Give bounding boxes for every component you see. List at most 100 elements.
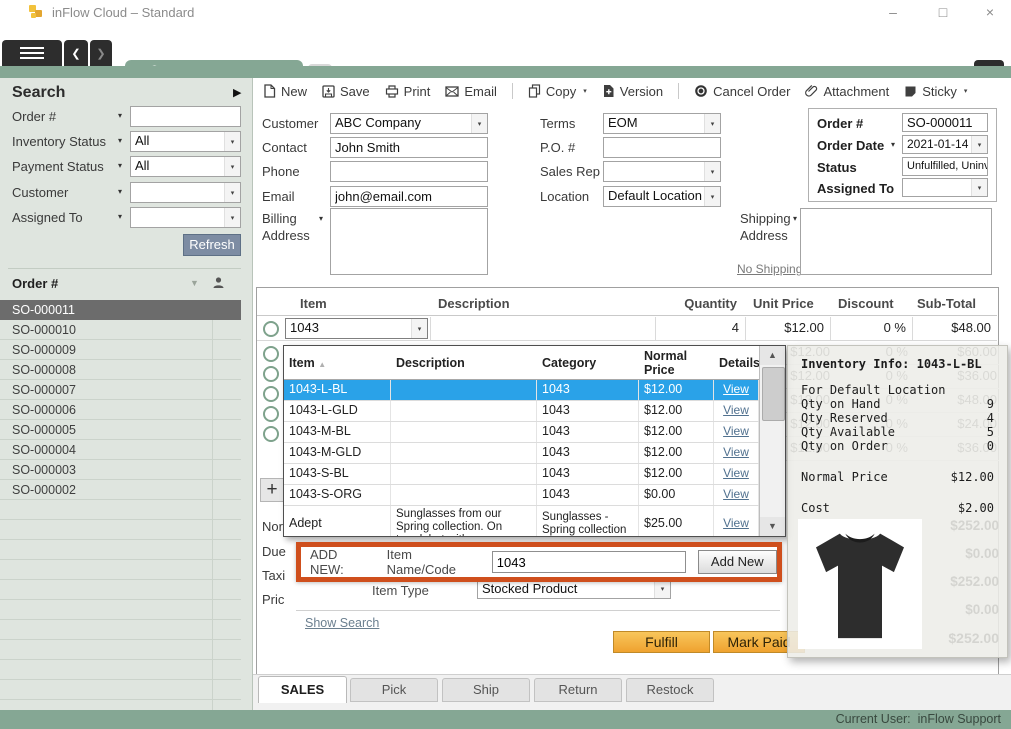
email-button[interactable]: Email: [445, 84, 497, 99]
show-search-link[interactable]: Show Search: [305, 616, 379, 630]
item-name-code-input[interactable]: [492, 551, 686, 573]
dropdown-item-row[interactable]: 1043-M-GLD1043$12.00View: [284, 443, 785, 464]
dropdown-item-row[interactable]: 1043-S-BL1043$12.00View: [284, 464, 785, 485]
order-number-input[interactable]: [902, 113, 988, 132]
shipping-address-caret-icon[interactable]: ▾: [793, 214, 797, 223]
tab-sales[interactable]: SALES: [258, 676, 347, 703]
row-status-circle-icon[interactable]: [263, 321, 279, 337]
row1-quantity-cell[interactable]: 4: [655, 317, 745, 340]
view-details-link[interactable]: View: [723, 487, 749, 501]
order-list-item[interactable]: SO-000011: [0, 300, 241, 320]
item-type-select[interactable]: Stocked Product▾: [477, 579, 671, 599]
hamburger-menu-button[interactable]: [2, 40, 62, 66]
order-list-item[interactable]: SO-000009: [0, 340, 241, 360]
no-shipping-link[interactable]: No Shipping: [737, 262, 802, 276]
shipping-address-textarea[interactable]: [800, 208, 992, 275]
dropdown-arrow-icon[interactable]: ▾: [971, 136, 987, 153]
filter-assigned-select[interactable]: ▾: [130, 207, 241, 228]
add-new-button[interactable]: Add New: [698, 550, 777, 574]
tab-pick[interactable]: Pick: [350, 678, 438, 702]
dropdown-item-row[interactable]: AdeptSunglasses from our Spring collecti…: [284, 506, 785, 537]
po-number-input[interactable]: [603, 137, 721, 158]
terms-select[interactable]: EOM▾: [603, 113, 721, 134]
order-list-item[interactable]: SO-000010: [0, 320, 241, 340]
order-list-item[interactable]: SO-000006: [0, 400, 241, 420]
cancel-order-button[interactable]: Cancel Order: [694, 84, 790, 99]
dropdown-item-row[interactable]: 1043-S-ORG1043$0.00View: [284, 485, 785, 506]
location-select[interactable]: Default Location▾: [603, 186, 721, 207]
filter-inventory-caret-icon[interactable]: ▾: [118, 136, 122, 145]
dropdown-arrow-icon[interactable]: ▾: [224, 208, 240, 227]
contact-input[interactable]: [330, 137, 488, 158]
view-details-link[interactable]: View: [723, 466, 749, 480]
tab-restock[interactable]: Restock: [626, 678, 714, 702]
row1-subtotal-cell[interactable]: $48.00: [912, 317, 997, 340]
filter-payment-caret-icon[interactable]: ▾: [118, 161, 122, 170]
minimize-icon[interactable]: –: [878, 2, 908, 22]
customer-select[interactable]: ABC Company▾: [330, 113, 488, 134]
billing-address-caret-icon[interactable]: ▾: [319, 214, 323, 223]
filter-payment-status-select[interactable]: All▾: [130, 156, 241, 177]
order-date-caret-icon[interactable]: ▾: [891, 140, 895, 149]
email-input[interactable]: [330, 186, 488, 207]
save-button[interactable]: Save: [322, 84, 370, 99]
view-details-link[interactable]: View: [723, 424, 749, 438]
new-button[interactable]: New: [263, 84, 307, 99]
order-date-select[interactable]: 2021-01-14▾: [902, 135, 988, 154]
tab-return[interactable]: Return: [534, 678, 622, 702]
order-list-item[interactable]: SO-000002: [0, 480, 241, 500]
collapse-panel-icon[interactable]: ▶: [233, 86, 241, 99]
order-list-item[interactable]: SO-000007: [0, 380, 241, 400]
sticky-dropdown-icon[interactable]: ▾: [964, 87, 968, 95]
sort-ascending-icon[interactable]: ▲: [318, 360, 326, 369]
row-status-circle-icon[interactable]: [263, 426, 279, 442]
row-status-circle-icon[interactable]: [263, 346, 279, 362]
phone-input[interactable]: [330, 161, 488, 182]
row1-unit-price-cell[interactable]: $12.00: [745, 317, 830, 340]
filter-customer-select[interactable]: ▾: [130, 182, 241, 203]
row-status-circle-icon[interactable]: [263, 366, 279, 382]
dropdown-arrow-icon[interactable]: ▾: [654, 580, 670, 598]
scrollbar-thumb[interactable]: [762, 367, 785, 421]
row1-item-select[interactable]: 1043▾: [285, 318, 428, 339]
assigned-to-select[interactable]: ▾: [902, 178, 988, 197]
dropdown-arrow-icon[interactable]: ▾: [224, 183, 240, 202]
order-list-item[interactable]: SO-000004: [0, 440, 241, 460]
order-list-item[interactable]: SO-000008: [0, 360, 241, 380]
copy-button[interactable]: Copy▾: [528, 84, 587, 99]
scroll-down-icon[interactable]: ▼: [760, 517, 785, 536]
dropdown-scrollbar[interactable]: ▲ ▼: [759, 346, 785, 536]
dropdown-arrow-icon[interactable]: ▾: [704, 187, 720, 206]
filter-order-caret-icon[interactable]: ▾: [118, 111, 122, 120]
view-details-link[interactable]: View: [723, 516, 749, 530]
order-list-sort-icon[interactable]: ▼: [190, 278, 199, 288]
filter-customer-caret-icon[interactable]: ▾: [118, 187, 122, 196]
billing-address-textarea[interactable]: [330, 208, 488, 275]
dropdown-arrow-icon[interactable]: ▾: [411, 319, 427, 338]
row-status-circle-icon[interactable]: [263, 386, 279, 402]
print-button[interactable]: Print: [385, 84, 431, 99]
filter-assigned-caret-icon[interactable]: ▾: [118, 212, 122, 221]
view-details-link[interactable]: View: [723, 445, 749, 459]
dropdown-arrow-icon[interactable]: ▾: [704, 162, 720, 181]
attachment-button[interactable]: Attachment: [805, 84, 889, 99]
view-details-link[interactable]: View: [723, 382, 749, 396]
tab-ship[interactable]: Ship: [442, 678, 530, 702]
forward-button[interactable]: ❯: [90, 40, 112, 66]
refresh-button[interactable]: Refresh: [183, 234, 241, 256]
maximize-icon[interactable]: □: [928, 2, 958, 22]
dropdown-arrow-icon[interactable]: ▾: [704, 114, 720, 133]
fulfill-button[interactable]: Fulfill: [613, 631, 710, 653]
version-button[interactable]: Version: [602, 84, 663, 99]
row1-discount-cell[interactable]: 0 %: [830, 317, 912, 340]
dropdown-arrow-icon[interactable]: ▾: [224, 157, 240, 176]
order-list-item[interactable]: SO-000003: [0, 460, 241, 480]
order-list-item[interactable]: SO-000005: [0, 420, 241, 440]
sticky-button[interactable]: Sticky▾: [904, 84, 967, 99]
dropdown-arrow-icon[interactable]: ▾: [471, 114, 487, 133]
row-status-circle-icon[interactable]: [263, 406, 279, 422]
view-details-link[interactable]: View: [723, 403, 749, 417]
dropdown-arrow-icon[interactable]: ▾: [971, 179, 987, 196]
dropdown-item-row-selected[interactable]: 1043-L-BL1043$12.00View: [284, 380, 785, 401]
filter-order-input[interactable]: [130, 106, 241, 127]
